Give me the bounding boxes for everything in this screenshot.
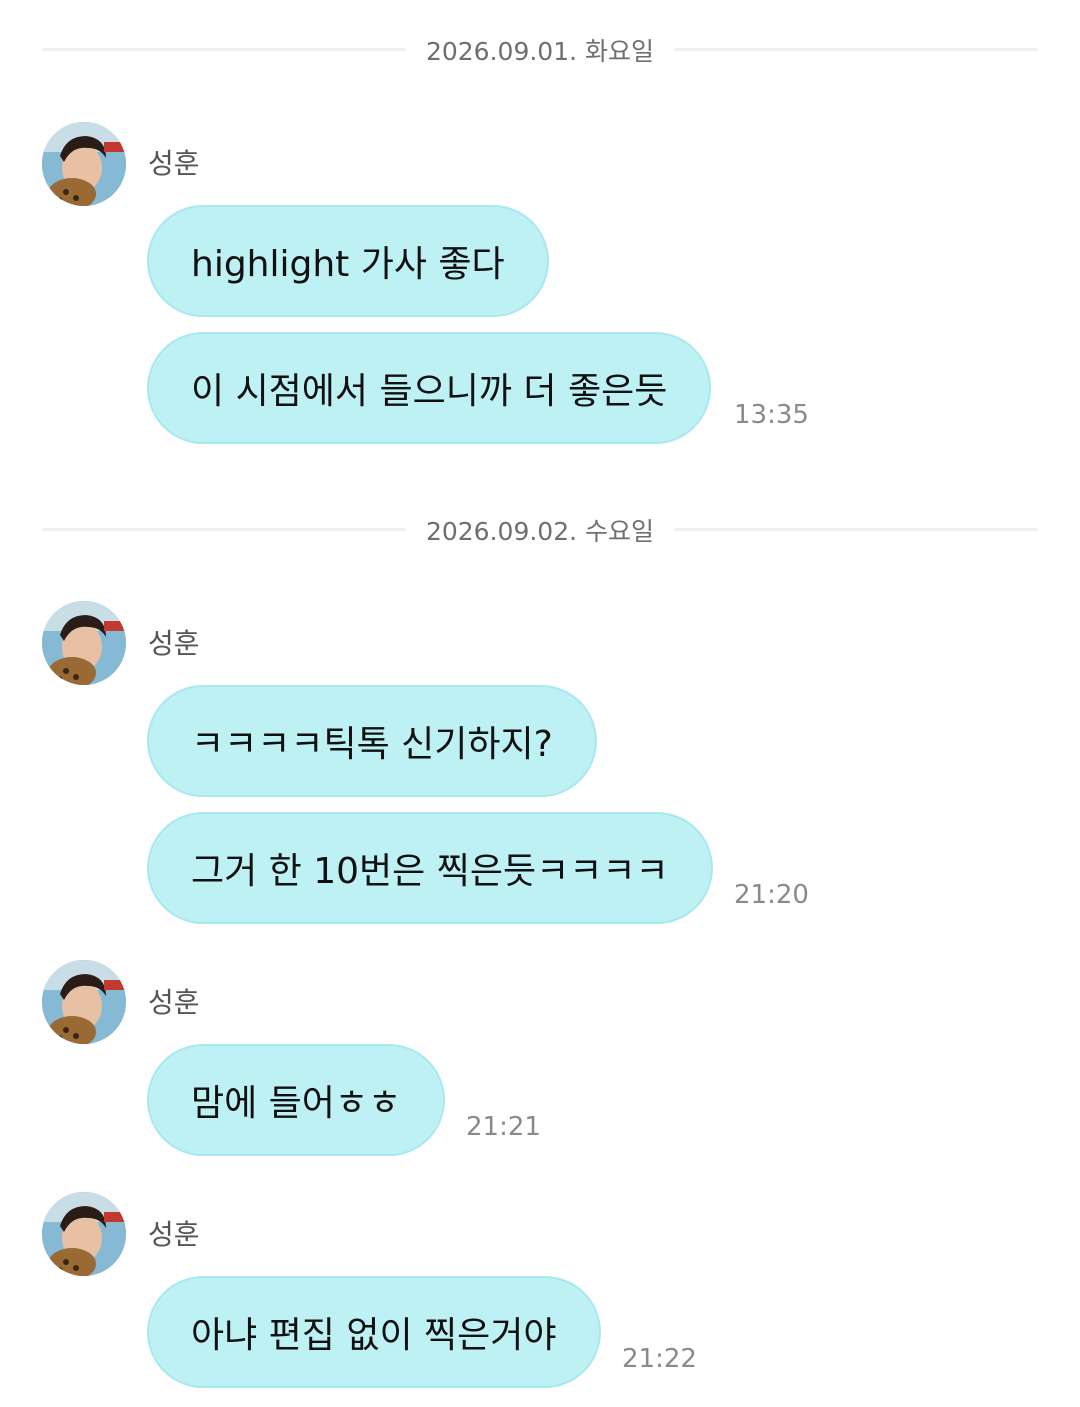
- divider-line: [674, 528, 1038, 531]
- message-bubble[interactable]: 이 시점에서 들으니까 더 좋은듯: [147, 332, 712, 444]
- sender-avatar[interactable]: [42, 122, 126, 206]
- avatar-image: [42, 960, 126, 1044]
- date-separator: 2026.09.01. 화요일: [42, 28, 1038, 68]
- avatar-image: [42, 601, 126, 685]
- sender-name: 성훈: [148, 986, 200, 1019]
- message-bubble[interactable]: 그거 한 10번은 찍은듯ㅋㅋㅋㅋ: [147, 812, 713, 924]
- sender-name: 성훈: [148, 1218, 200, 1251]
- message-bubble[interactable]: highlight 가사 좋다: [147, 205, 549, 317]
- message-timestamp: 13:35: [734, 400, 809, 430]
- message-timestamp: 21:20: [734, 880, 809, 910]
- avatar-image: [42, 122, 126, 206]
- message-bubble[interactable]: 아냐 편집 없이 찍은거야: [147, 1276, 601, 1388]
- divider-line: [674, 48, 1038, 51]
- message-timestamp: 21:21: [466, 1112, 541, 1142]
- message-bubble[interactable]: ㅋㅋㅋㅋ틱톡 신기하지?: [147, 685, 597, 797]
- sender-avatar[interactable]: [42, 1192, 126, 1276]
- message-bubble[interactable]: 맘에 들어ㅎㅎ: [147, 1044, 446, 1156]
- sender-name: 성훈: [148, 627, 200, 660]
- sender-avatar[interactable]: [42, 601, 126, 685]
- sender-name: 성훈: [148, 147, 200, 180]
- date-separator: 2026.09.02. 수요일: [42, 508, 1038, 548]
- message-timestamp: 21:22: [622, 1344, 697, 1374]
- avatar-image: [42, 1192, 126, 1276]
- sender-avatar[interactable]: [42, 960, 126, 1044]
